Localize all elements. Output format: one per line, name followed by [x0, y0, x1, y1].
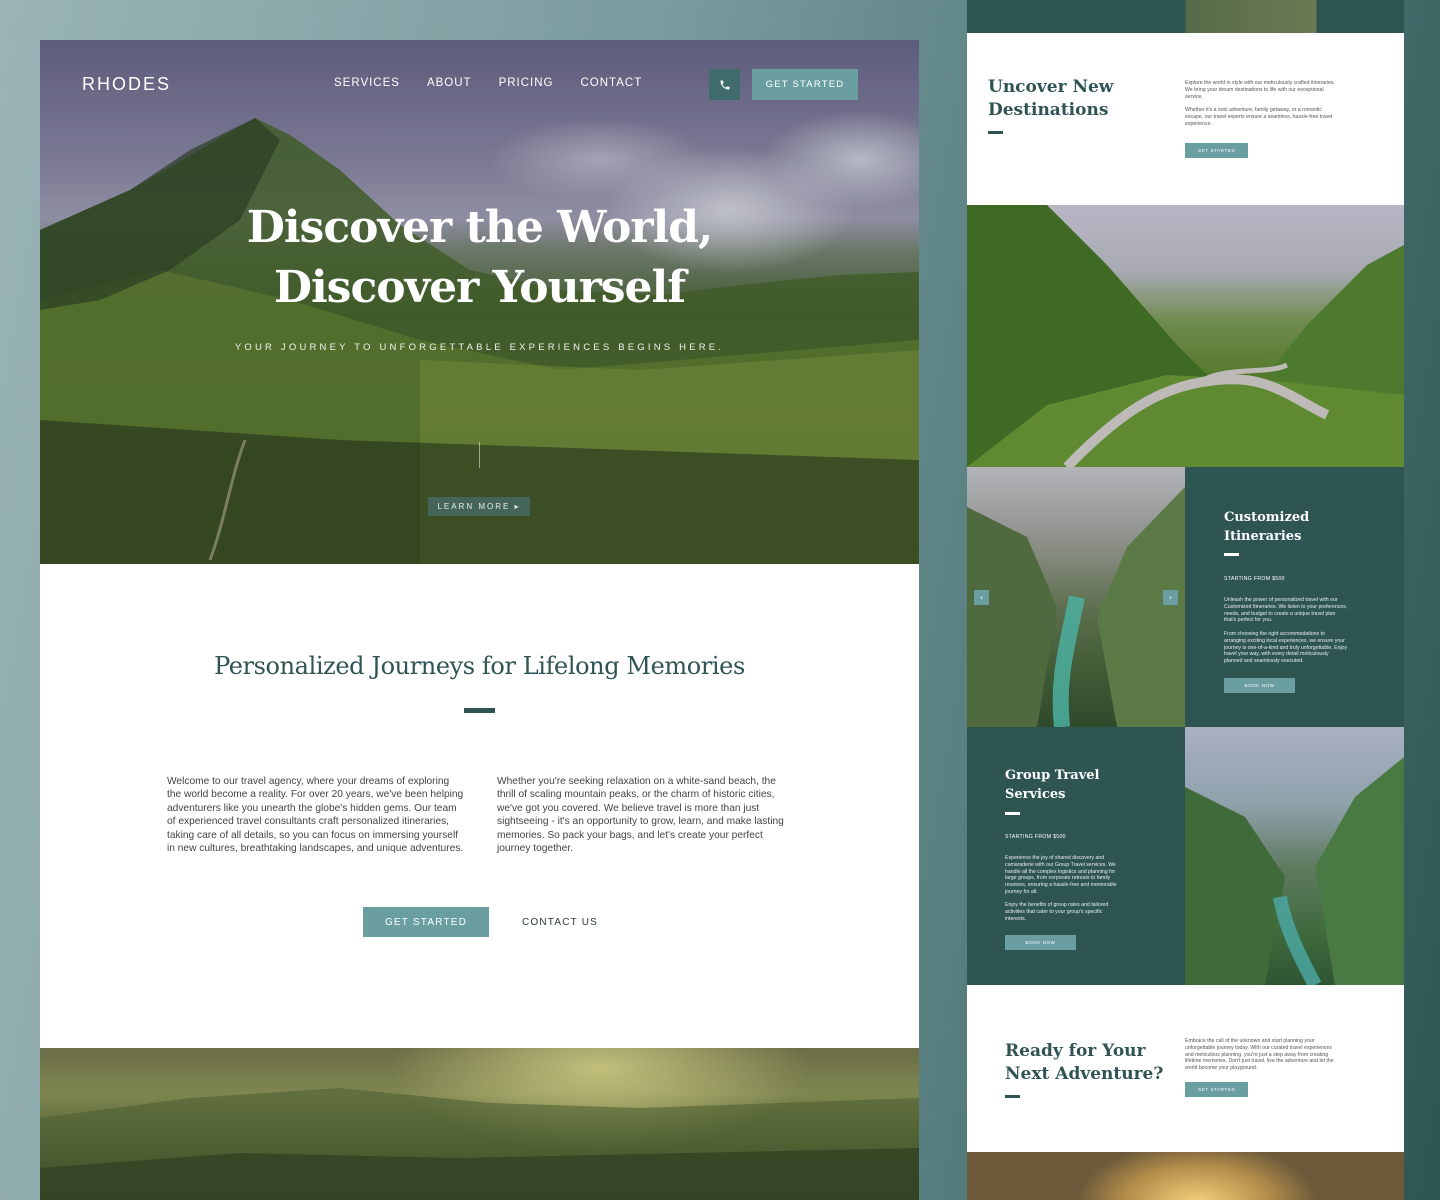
destinations-text-2: Whether it's a solo adventure, family ge… [1185, 107, 1333, 127]
group-travel-heading-line-2: Services [1005, 787, 1066, 802]
chevron-left-icon: ‹ [979, 593, 984, 602]
hero-title: Discover the World, Discover Yourself [40, 198, 919, 318]
contact-us-button[interactable]: CONTACT US [510, 907, 610, 937]
itineraries-heading-line-2: Itineraries [1224, 529, 1302, 544]
canyon-scene [967, 487, 1185, 727]
nav-contact[interactable]: CONTACT [581, 77, 643, 89]
get-started-button[interactable]: GET STARTED [363, 907, 489, 937]
mountain-valley-image [1185, 727, 1404, 985]
hero-title-line-2: Discover Yourself [273, 262, 686, 313]
itineraries-book-now-button[interactable]: BOOK NOW [1224, 678, 1295, 693]
nav-about[interactable]: ABOUT [427, 77, 472, 89]
destinations-get-started-button[interactable]: GET STARTED [1185, 143, 1248, 158]
brand-logo[interactable]: RHODES [82, 74, 171, 95]
hero-divider-line [479, 442, 480, 468]
canyon-river-image [967, 467, 1185, 727]
ready-underline [1005, 1095, 1020, 1098]
top-image-strip [967, 0, 1404, 33]
intro-heading: Personalized Journeys for Lifelong Memor… [214, 652, 745, 680]
itineraries-price: STARTING FROM $500 [1224, 576, 1285, 582]
itineraries-heading-line-1: Customized [1224, 510, 1310, 525]
chevron-right-icon: › [1168, 593, 1173, 602]
ready-heading: Ready for Your Next Adventure? [1005, 1040, 1163, 1086]
road-scene [967, 205, 1404, 467]
destinations-underline [988, 131, 1003, 134]
ready-text: Embrace the call of the unknown and star… [1185, 1038, 1334, 1072]
group-travel-underline [1005, 812, 1020, 815]
itineraries-text-1: Unleash the power of personalized travel… [1224, 597, 1348, 624]
intro-paragraph-left: Welcome to our travel agency, where your… [167, 776, 464, 855]
group-travel-price: STARTING FROM $500 [1005, 834, 1066, 840]
intro-paragraph-right: Whether you're seeking relaxation on a w… [497, 776, 784, 855]
phone-button[interactable] [709, 69, 740, 100]
carousel-prev-button[interactable]: ‹ [974, 590, 989, 605]
carousel-next-button[interactable]: › [1163, 590, 1178, 605]
main-nav: SERVICES ABOUT PRICING CONTACT [334, 77, 642, 89]
itineraries-heading: Customized Itineraries [1224, 508, 1309, 546]
valley-scene [1185, 757, 1404, 985]
destinations-heading: Uncover New Destinations [988, 76, 1113, 122]
itineraries-text-2: From choosing the right accommodations t… [1224, 631, 1348, 665]
hero-section: RHODES SERVICES ABOUT PRICING CONTACT GE… [40, 40, 919, 564]
group-travel-heading-line-1: Group Travel [1005, 768, 1100, 783]
sunset-image-strip [967, 1152, 1404, 1200]
ready-heading-line-1: Ready for Your [1005, 1041, 1146, 1061]
nav-services[interactable]: SERVICES [334, 77, 400, 89]
destinations-heading-line-1: Uncover New [988, 77, 1114, 97]
group-travel-text-1: Experience the joy of shared discovery a… [1005, 855, 1117, 895]
nav-pricing[interactable]: PRICING [499, 77, 554, 89]
ready-get-started-button[interactable]: GET STARTED [1185, 1082, 1248, 1097]
itineraries-underline [1224, 553, 1239, 556]
landing-page-preview: Uncover New Destinations Explore the wor… [967, 0, 1404, 1200]
phone-icon [720, 80, 729, 89]
ready-heading-line-2: Next Adventure? [1005, 1064, 1164, 1084]
learn-more-button[interactable]: LEARN MORE ▸ [428, 497, 530, 516]
hero-title-line-1: Discover the World, [246, 202, 714, 253]
landing-page-main: RHODES SERVICES ABOUT PRICING CONTACT GE… [40, 40, 919, 1200]
landscape-banner-image [40, 1048, 919, 1200]
group-travel-text-2: Enjoy the benefits of group rates and ta… [1005, 902, 1109, 922]
hero-subtitle: YOUR JOURNEY TO UNFORGETTABLE EXPERIENCE… [234, 342, 725, 353]
group-travel-book-now-button[interactable]: BOOK NOW [1005, 935, 1076, 950]
hills-shape [40, 1088, 919, 1200]
intro-heading-underline [464, 708, 495, 713]
destinations-text-1: Explore the world in style with our meti… [1185, 80, 1335, 100]
group-travel-heading: Group Travel Services [1005, 766, 1099, 804]
destinations-heading-line-2: Destinations [988, 100, 1109, 120]
winding-road-image [967, 205, 1404, 467]
header-get-started-button[interactable]: GET STARTED [752, 69, 858, 100]
